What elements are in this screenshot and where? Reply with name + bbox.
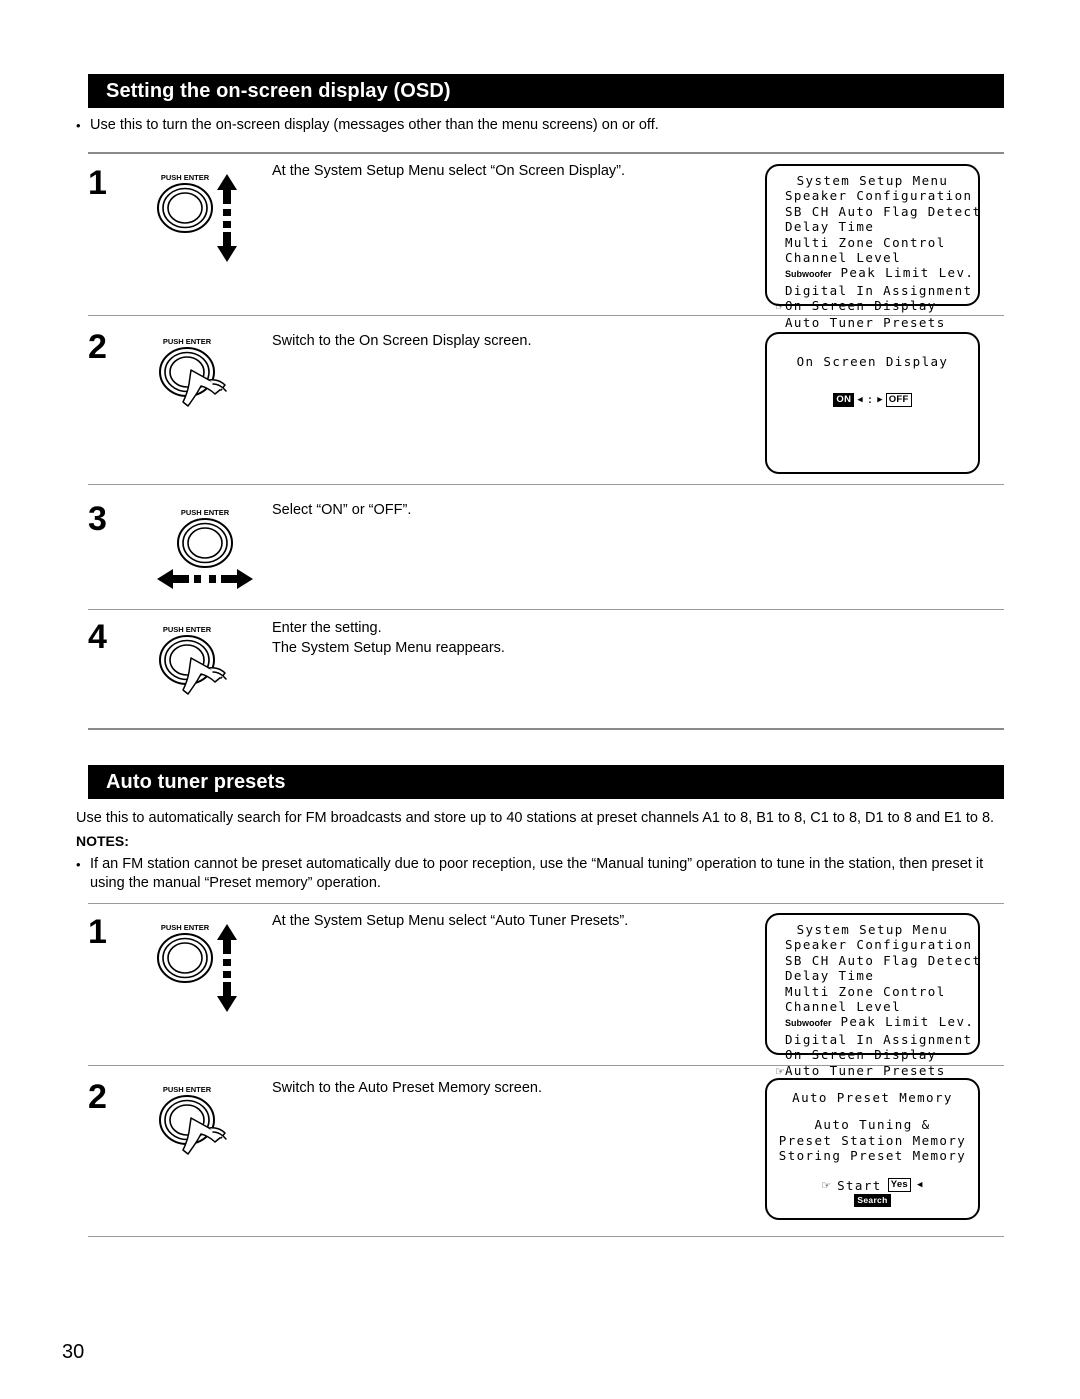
lcd-osd-body: On Screen Display ON ◀ : ▶ OFF	[767, 334, 978, 408]
step-instruction: Select “ON” or “OFF”.	[272, 502, 412, 518]
toggle-option-off[interactable]: OFF	[885, 393, 912, 408]
tuner-note-bullet: • If an FM station cannot be preset auto…	[76, 855, 1011, 893]
tuner-intro-text: Use this to automatically search for FM …	[76, 810, 995, 826]
lcd-menu-item-digital-in-assignment[interactable]: Digital In Assignment	[767, 1032, 978, 1047]
toggle-separator: :	[866, 393, 874, 407]
lcd-menu-item-subwoofer-peak-limit-lev[interactable]: Subwoofer Peak Limit Lev.	[767, 265, 978, 282]
manual-page: Setting the on-screen display (OSD) • Us…	[0, 0, 1080, 1399]
lcd-title: On Screen Display	[796, 354, 949, 369]
lcd-menu-list: System Setup Menu Speaker Configuration …	[767, 166, 980, 330]
svg-text:PUSH ENTER: PUSH ENTER	[163, 625, 212, 634]
bullet-dot-icon: •	[76, 118, 81, 133]
lcd-menu-item-speaker-configuration[interactable]: Speaker Configuration	[767, 937, 978, 952]
start-row[interactable]: ☞ Start Yes ◀	[767, 1178, 978, 1193]
search-row: Search	[767, 1193, 978, 1207]
lcd-system-setup-menu: System Setup Menu Speaker Configuration …	[765, 913, 980, 1078]
bullet-dot-icon: •	[76, 857, 81, 872]
lcd-apm-line-3: Storing Preset Memory	[778, 1148, 967, 1164]
lcd-title: System Setup Menu	[796, 173, 949, 188]
lcd-menu-item-channel-level[interactable]: Channel Level	[767, 999, 978, 1014]
divider	[88, 609, 1004, 610]
step-instruction: Switch to the On Screen Display screen.	[272, 333, 532, 349]
left-arrow-icon: ◀	[916, 1180, 924, 1191]
lcd-title: Auto Preset Memory	[792, 1090, 953, 1105]
osd-on-off-toggle[interactable]: ON ◀ : ▶ OFF	[767, 393, 978, 408]
toggle-option-on[interactable]: ON	[833, 393, 855, 408]
step-number: 1	[88, 164, 107, 202]
page-number: 30	[62, 1341, 85, 1363]
section-header-auto-tuner-presets: Auto tuner presets	[88, 765, 1004, 799]
step-number: 1	[88, 913, 107, 951]
notes-label: NOTES:	[76, 833, 129, 849]
step-number: 4	[88, 618, 107, 656]
pointing-hand-cursor-icon: ☞	[821, 1178, 832, 1192]
step-instruction: Switch to the Auto Preset Memory screen.	[272, 1080, 542, 1096]
lcd-menu-item-sb-ch-auto-flag-detect[interactable]: SB CH Auto Flag Detect	[767, 953, 980, 968]
push-enter-knob-up-down[interactable]: PUSH ENTER	[155, 168, 255, 263]
start-value-yes[interactable]: Yes	[887, 1178, 911, 1193]
divider	[88, 1236, 1004, 1237]
lcd-menu-item-on-screen-display[interactable]: ☞On Screen Display	[767, 298, 978, 314]
lcd-menu-item-auto-tuner-presets[interactable]: Auto Tuner Presets	[767, 315, 978, 330]
step-number: 2	[88, 1078, 107, 1116]
section-title-auto-tuner-presets: Auto tuner presets	[106, 770, 286, 793]
svg-text:PUSH ENTER: PUSH ENTER	[161, 923, 210, 932]
right-arrow-icon: ▶	[877, 395, 883, 406]
step-instruction: At the System Setup Menu select “On Scre…	[272, 163, 625, 179]
svg-text:PUSH ENTER: PUSH ENTER	[161, 173, 210, 182]
step-instruction: Enter the setting. The System Setup Menu…	[272, 620, 505, 656]
step-number: 2	[88, 328, 107, 366]
lcd-auto-preset-memory: Auto Preset Memory Auto Tuning & Preset …	[765, 1078, 980, 1220]
push-enter-knob-press[interactable]: PUSH ENTER	[155, 332, 265, 432]
push-enter-knob-press[interactable]: PUSH ENTER	[155, 620, 265, 720]
lcd-menu-item-multi-zone-control[interactable]: Multi Zone Control	[767, 984, 978, 999]
divider	[88, 315, 1004, 316]
left-arrow-icon: ◀	[857, 395, 863, 406]
subwoofer-prefix: Subwoofer	[785, 1018, 832, 1029]
lcd-on-screen-display: On Screen Display ON ◀ : ▶ OFF	[765, 332, 980, 474]
push-enter-knob-up-down[interactable]: PUSH ENTER	[155, 918, 255, 1013]
step-instruction: At the System Setup Menu select “Auto Tu…	[272, 913, 629, 929]
lcd-menu-item-multi-zone-control[interactable]: Multi Zone Control	[767, 235, 978, 250]
osd-intro-text: Use this to turn the on-screen display (…	[90, 117, 659, 133]
lcd-title: System Setup Menu	[796, 922, 949, 937]
lcd-menu-item-digital-in-assignment[interactable]: Digital In Assignment	[767, 283, 978, 298]
subwoofer-prefix: Subwoofer	[785, 269, 832, 280]
divider	[88, 1065, 1004, 1066]
lcd-menu-item-delay-time[interactable]: Delay Time	[767, 968, 978, 983]
tuner-note-text: If an FM station cannot be preset automa…	[90, 856, 984, 891]
lcd-menu-item-delay-time[interactable]: Delay Time	[767, 219, 978, 234]
svg-text:PUSH ENTER: PUSH ENTER	[163, 1085, 212, 1094]
pointing-hand-cursor-icon: ☞	[775, 300, 785, 314]
lcd-menu-item-subwoofer-peak-limit-lev[interactable]: Subwoofer Peak Limit Lev.	[767, 1014, 978, 1031]
section-header-osd: Setting the on-screen display (OSD)	[88, 74, 1004, 108]
lcd-menu-item-speaker-configuration[interactable]: Speaker Configuration	[767, 188, 978, 203]
svg-text:PUSH ENTER: PUSH ENTER	[181, 508, 230, 517]
lcd-apm-line-2: Preset Station Memory	[778, 1132, 967, 1148]
divider	[88, 903, 1004, 904]
search-status-badge: Search	[854, 1193, 891, 1207]
svg-text:PUSH ENTER: PUSH ENTER	[163, 337, 212, 346]
lcd-system-setup-menu: System Setup Menu Speaker Configuration …	[765, 164, 980, 330]
divider	[88, 152, 1004, 154]
lcd-menu-item-on-screen-display[interactable]: On Screen Display	[767, 1047, 978, 1062]
lcd-menu-item-channel-level[interactable]: Channel Level	[767, 250, 978, 265]
push-enter-knob-press[interactable]: PUSH ENTER	[155, 1080, 265, 1180]
divider	[88, 484, 1004, 485]
start-label: Start	[837, 1177, 882, 1193]
lcd-apm-line-1: Auto Tuning &	[814, 1117, 931, 1133]
osd-intro-bullet: • Use this to turn the on-screen display…	[76, 116, 1006, 135]
lcd-apm-body: Auto Preset Memory Auto Tuning & Preset …	[767, 1080, 978, 1207]
step-number: 3	[88, 500, 107, 538]
push-enter-knob-left-right[interactable]: PUSH ENTER	[155, 503, 265, 593]
section-title-osd: Setting the on-screen display (OSD)	[106, 79, 451, 102]
lcd-menu-list: System Setup Menu Speaker Configuration …	[767, 915, 980, 1079]
lcd-menu-item-sb-ch-auto-flag-detect[interactable]: SB CH Auto Flag Detect	[767, 204, 980, 219]
divider	[88, 728, 1004, 730]
